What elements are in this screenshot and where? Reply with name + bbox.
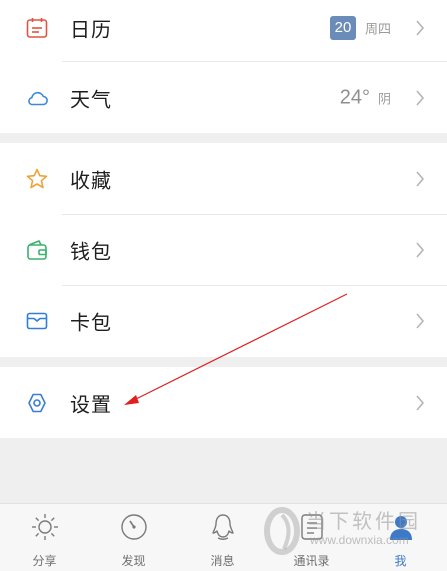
- watermark-logo: [264, 507, 300, 555]
- chevron-right-icon: [416, 395, 425, 411]
- watermark-text: 当下软件园: [306, 509, 421, 533]
- chevron-right-icon: [416, 20, 425, 36]
- chevron-right-icon: [416, 90, 425, 106]
- chevron-right-icon: [416, 313, 425, 329]
- menu-item-wallet[interactable]: 钱包: [0, 214, 447, 286]
- gear-icon: [28, 393, 46, 413]
- weekday-text: 周四: [364, 22, 391, 38]
- cloud-icon: [28, 91, 48, 106]
- tab-messages[interactable]: 消息: [178, 504, 267, 571]
- weather-condition-text: 阴: [377, 92, 391, 108]
- sun-icon: [31, 514, 58, 540]
- tab-label: 消息: [210, 554, 235, 568]
- cards-label: 卡包: [70, 310, 112, 335]
- tab-share[interactable]: 分享: [0, 504, 89, 571]
- group-settings: 设置: [0, 367, 447, 438]
- card-icon: [26, 312, 48, 330]
- wallet-label: 钱包: [70, 239, 112, 264]
- weather-label: 天气: [70, 87, 112, 112]
- menu-item-cards[interactable]: 卡包: [0, 285, 447, 357]
- tab-discover[interactable]: 发现: [89, 504, 178, 571]
- chevron-right-icon: [416, 171, 425, 187]
- tab-label: 发现: [121, 554, 146, 568]
- watermark-url: www.downxia.com: [310, 533, 409, 547]
- date-badge: 20: [330, 16, 356, 40]
- temperature-text: 24°: [339, 86, 370, 109]
- group-favorites-wallet-cards: 收藏 钱包 卡包: [0, 143, 447, 357]
- group-calendar-weather: 日历 20 周四 天气 24° 阴: [0, 0, 447, 133]
- penguin-icon: [211, 514, 234, 540]
- wallet-icon: [27, 240, 47, 260]
- settings-label: 设置: [70, 392, 112, 417]
- favorites-label: 收藏: [70, 168, 112, 193]
- watermark: 当下软件园 www.downxia.com: [262, 503, 447, 570]
- chevron-right-icon: [416, 242, 425, 258]
- menu-item-weather[interactable]: 天气 24° 阴: [0, 62, 447, 134]
- compass-icon: [120, 514, 147, 540]
- tab-label: 分享: [32, 554, 57, 568]
- calendar-label: 日历: [70, 17, 112, 42]
- star-icon: [26, 168, 48, 189]
- menu-item-favorites[interactable]: 收藏: [0, 143, 447, 215]
- calendar-icon: [26, 18, 48, 38]
- menu-item-settings[interactable]: 设置: [0, 367, 447, 439]
- menu-item-calendar[interactable]: 日历 20 周四: [0, 0, 447, 64]
